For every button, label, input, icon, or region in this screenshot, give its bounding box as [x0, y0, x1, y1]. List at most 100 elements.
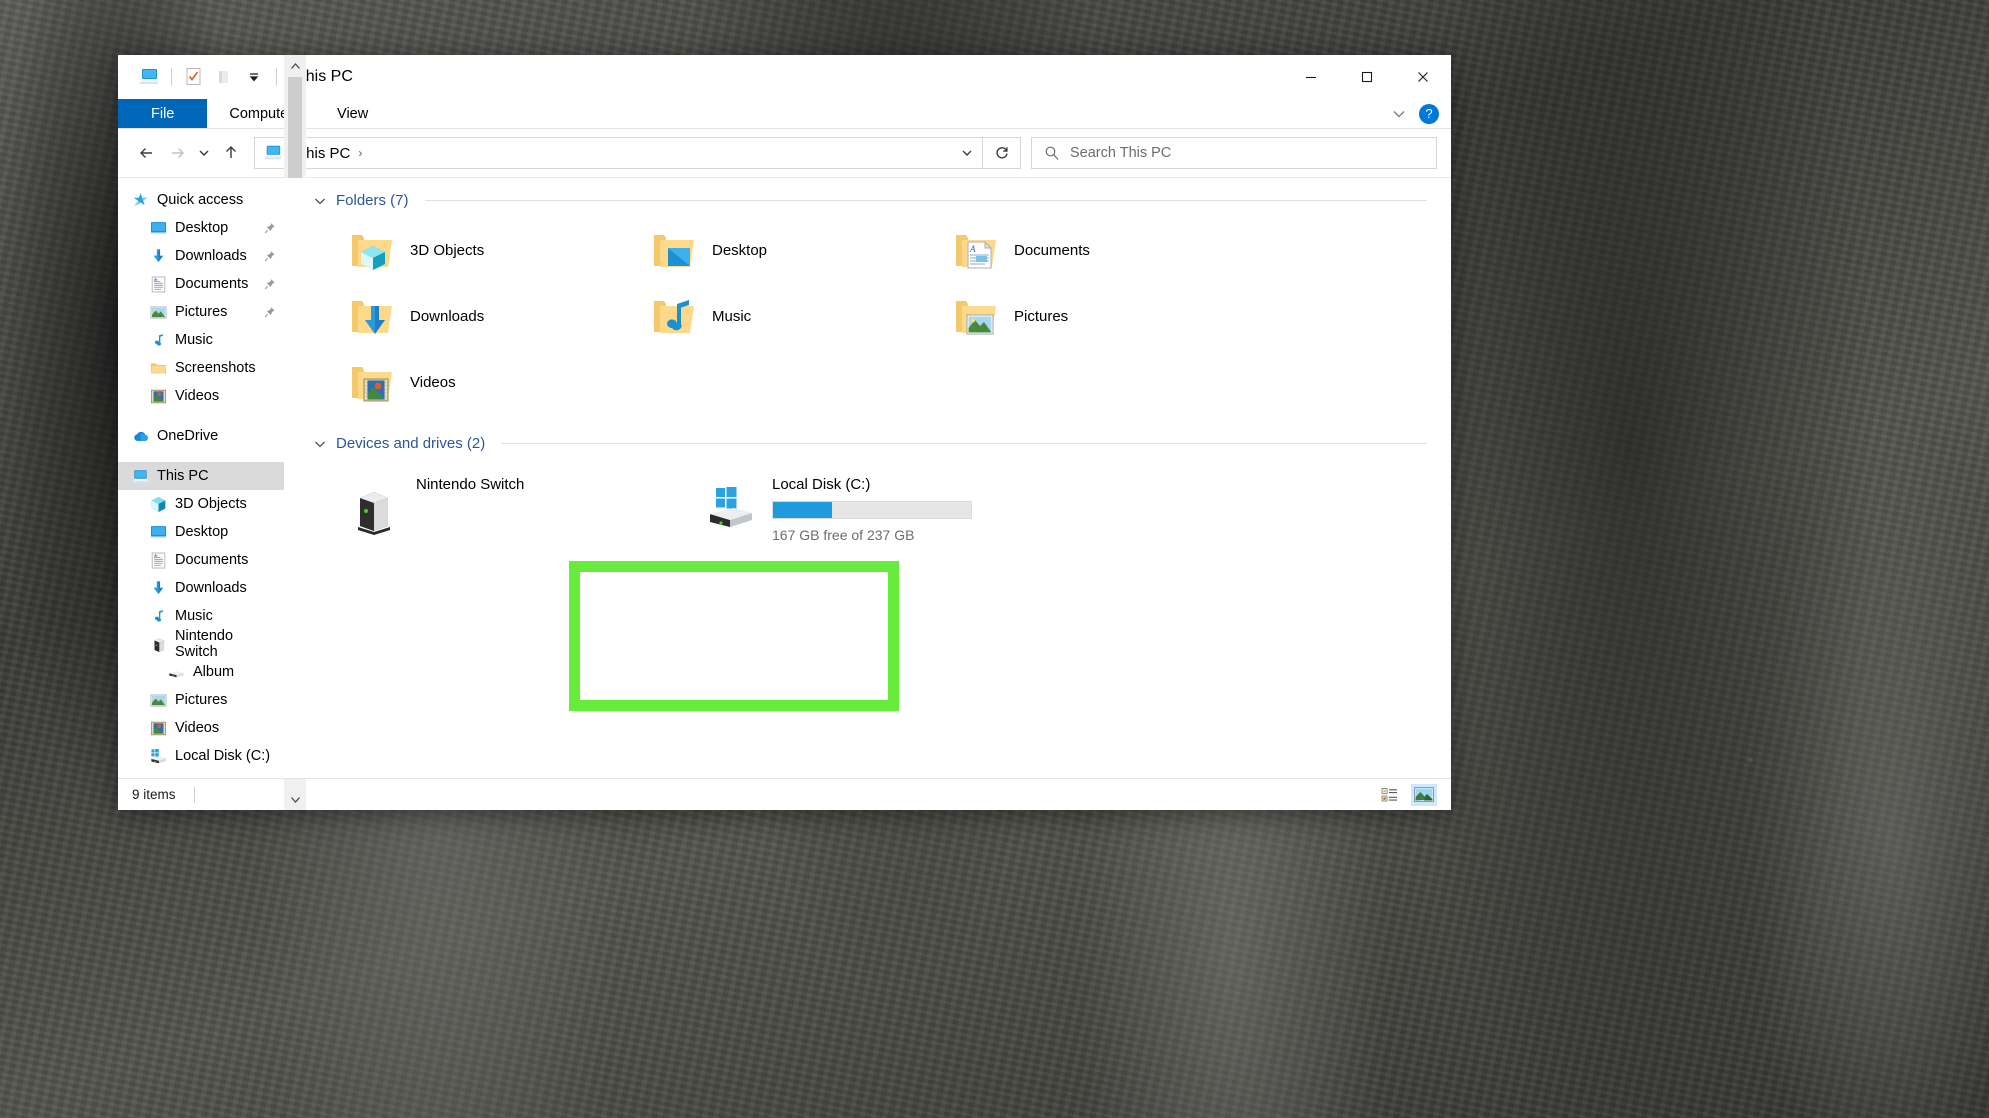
sidebar-item-label: This PC	[157, 468, 209, 484]
sidebar-item-music[interactable]: Music	[118, 602, 284, 630]
group-header-devices[interactable]: Devices and drives (2)	[314, 435, 1451, 452]
chevron-collapse-icon[interactable]	[314, 439, 328, 449]
sidebar-item-pictures[interactable]: Pictures	[118, 298, 284, 326]
sidebar-item-downloads[interactable]: Downloads	[118, 574, 284, 602]
folder-tile-desktop[interactable]: Desktop	[616, 217, 918, 283]
pin-icon[interactable]	[264, 222, 276, 234]
sidebar-item-album[interactable]: Album	[118, 658, 284, 686]
folder-tile-label: Videos	[410, 374, 456, 391]
sidebar-item-local-disk-c[interactable]: Local Disk (C:)	[118, 742, 284, 770]
ribbon-right-controls: ?	[1391, 99, 1439, 128]
sidebar-item-pictures[interactable]: Pictures	[118, 686, 284, 714]
folder-tile-documents[interactable]: A Documents	[918, 217, 1220, 283]
drive-free-space: 167 GB free of 237 GB	[772, 527, 972, 543]
search-box[interactable]: Search This PC	[1031, 137, 1437, 169]
details-view-button[interactable]	[1377, 784, 1403, 806]
window-body: Quick access Desktop Downloads A Document…	[118, 177, 1451, 778]
up-button[interactable]	[216, 138, 246, 168]
sidebar-item-label: Documents	[175, 552, 248, 568]
folder-tile-label: Pictures	[1014, 308, 1068, 325]
large-icons-view-button[interactable]	[1411, 784, 1437, 806]
svg-text:A: A	[969, 244, 976, 254]
folder-tile-3d-objects[interactable]: 3D Objects	[314, 217, 616, 283]
address-dropdown-icon[interactable]	[960, 147, 974, 159]
refresh-button[interactable]	[983, 137, 1021, 169]
minimize-button[interactable]	[1283, 55, 1339, 99]
folder-3d-objects-icon	[348, 226, 396, 274]
pin-icon[interactable]	[264, 250, 276, 262]
drive-tiles: Nintendo Switch	[314, 452, 1451, 543]
drive-info-local-disk-c: Local Disk (C:) 167 GB free of 237 GB	[772, 472, 972, 543]
folder-tile-label: Music	[712, 308, 751, 325]
chevron-down-icon[interactable]	[1391, 108, 1407, 120]
folder-music-icon	[650, 292, 698, 340]
folder-downloads-icon	[348, 292, 396, 340]
sidebar-item-desktop[interactable]: Desktop	[118, 518, 284, 546]
folder-tile-downloads[interactable]: Downloads	[314, 283, 616, 349]
sidebar-item-screenshots[interactable]: Screenshots	[118, 354, 284, 382]
desktop-icon	[148, 522, 168, 542]
sidebar-item-label: Pictures	[175, 692, 227, 708]
sidebar-item-videos[interactable]: Videos	[118, 714, 284, 742]
sidebar-item-nintendo-switch[interactable]: Nintendo Switch	[118, 630, 284, 658]
group-header-folders[interactable]: Folders (7)	[314, 192, 1451, 209]
help-button[interactable]: ?	[1419, 104, 1439, 124]
back-button[interactable]	[132, 138, 162, 168]
sidebar-item-documents[interactable]: A Documents	[118, 546, 284, 574]
address-bar[interactable]: › This PC ›	[254, 137, 983, 169]
sidebar-item-downloads[interactable]: Downloads	[118, 242, 284, 270]
address-bar-row: › This PC › Search This PC	[118, 129, 1451, 177]
search-input[interactable]: Search This PC	[1070, 145, 1171, 161]
forward-button[interactable]	[162, 138, 192, 168]
capacity-bar	[772, 501, 972, 519]
breadcrumb: › This PC ›	[263, 144, 362, 162]
sidebar-item-label: Documents	[175, 276, 248, 292]
sidebar-item-onedrive[interactable]: OneDrive	[118, 422, 284, 450]
drive-name: Nintendo Switch	[416, 476, 524, 493]
title-bar: This PC	[118, 55, 1451, 99]
pin-icon[interactable]	[264, 278, 276, 290]
folder-tile-label: Downloads	[410, 308, 484, 325]
pin-icon[interactable]	[264, 306, 276, 318]
sidebar-item-label: Videos	[175, 720, 219, 736]
svg-text:A: A	[152, 554, 156, 559]
breadcrumb-separator-2[interactable]: ›	[358, 146, 362, 160]
desktop-icon	[148, 218, 168, 238]
folder-tile-videos[interactable]: Videos	[314, 349, 616, 415]
sidebar-item-videos[interactable]: Videos	[118, 382, 284, 410]
folder-tile-pictures[interactable]: Pictures	[918, 283, 1220, 349]
close-button[interactable]	[1395, 55, 1451, 99]
tab-view[interactable]: View	[315, 99, 390, 128]
sidebar-item-documents[interactable]: A Documents	[118, 270, 284, 298]
folder-tile-music[interactable]: Music	[616, 283, 918, 349]
music-icon	[148, 330, 168, 350]
new-folder-icon[interactable]	[209, 63, 239, 91]
sidebar-item-this-pc[interactable]: This PC	[118, 462, 284, 490]
sidebar-item-label: Local Disk (C:)	[175, 748, 270, 764]
portable-device-icon	[148, 634, 168, 654]
videos-icon	[148, 386, 168, 406]
chevron-collapse-icon[interactable]	[314, 196, 328, 206]
folder-videos-icon	[348, 358, 396, 406]
maximize-button[interactable]	[1339, 55, 1395, 99]
properties-icon[interactable]	[179, 63, 209, 91]
pictures-icon	[148, 690, 168, 710]
sidebar-item-quick-access[interactable]: Quick access	[118, 186, 284, 214]
folder-icon	[148, 358, 168, 378]
scroll-up-arrow-icon[interactable]	[284, 55, 306, 77]
tab-file[interactable]: File	[118, 99, 207, 128]
sidebar-item-music[interactable]: Music	[118, 326, 284, 354]
status-bar: 9 items	[118, 778, 1451, 810]
sidebar-item-desktop[interactable]: Desktop	[118, 214, 284, 242]
drive-tile-local-disk-c[interactable]: Local Disk (C:) 167 GB free of 237 GB	[670, 462, 1070, 543]
drive-tile-nintendo-switch[interactable]: Nintendo Switch	[314, 462, 670, 543]
customize-chevron-icon[interactable]	[239, 63, 269, 91]
sidebar-item-label: Album	[193, 664, 234, 680]
this-pc-icon[interactable]	[134, 63, 164, 91]
breadcrumb-this-pc-icon[interactable]	[263, 144, 283, 162]
recent-locations-button[interactable]	[192, 138, 216, 168]
sidebar-item-label: Music	[175, 608, 213, 624]
documents-icon: A	[148, 274, 168, 294]
sidebar-item-3d-objects[interactable]: 3D Objects	[118, 490, 284, 518]
ribbon-tabs: File Computer View ?	[118, 99, 1451, 128]
